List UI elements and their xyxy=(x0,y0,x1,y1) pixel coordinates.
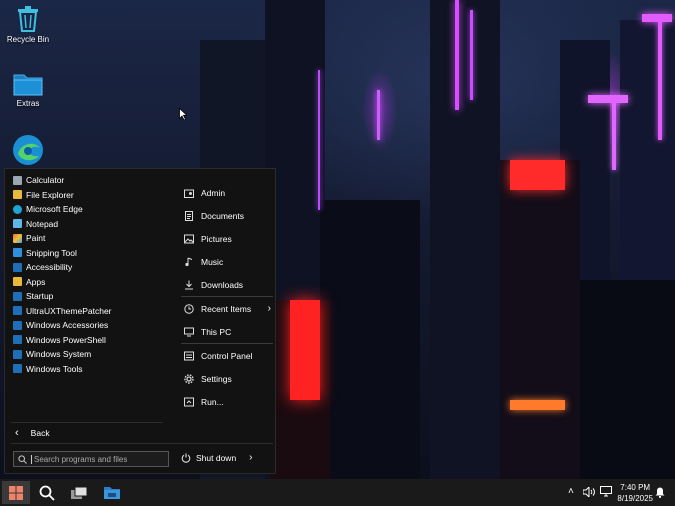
clock-date: 8/19/2025 xyxy=(617,494,653,503)
place-downloads[interactable]: Downloads xyxy=(181,273,273,296)
program-microsoft-edge[interactable]: Microsoft Edge xyxy=(11,202,163,217)
chevron-right-icon: › xyxy=(267,303,271,314)
clock-time: 7:40 PM xyxy=(620,483,651,492)
mouse-cursor-icon xyxy=(179,108,187,121)
pictures-icon xyxy=(184,234,194,243)
place-settings[interactable]: Settings xyxy=(181,367,273,390)
folder-apps[interactable]: Apps xyxy=(11,275,163,290)
volume-icon[interactable] xyxy=(583,487,595,497)
task-view-icon xyxy=(71,486,87,499)
start-menu: Calculator File Explorer Microsoft Edge … xyxy=(4,168,276,474)
start-button[interactable] xyxy=(2,481,30,504)
task-view-button[interactable] xyxy=(65,481,93,504)
clock[interactable]: 7:40 PM 8/19/2025 xyxy=(617,482,653,504)
windows-logo-icon xyxy=(9,485,23,500)
snipping-icon xyxy=(13,248,22,258)
chevron-left-icon: ‹ xyxy=(15,427,19,439)
folder-icon xyxy=(13,190,22,200)
places-list: Admin Documents Pictures Music Downloads… xyxy=(181,181,273,413)
folder-windows-tools[interactable]: Windows Tools xyxy=(11,362,163,377)
folder-icon xyxy=(13,306,22,316)
folder-icon xyxy=(13,262,22,272)
place-this-pc[interactable]: This PC xyxy=(181,320,273,343)
folder-windows-system[interactable]: Windows System xyxy=(11,347,163,362)
place-recent-items[interactable]: Recent Items › xyxy=(181,297,273,320)
recent-icon xyxy=(184,303,194,314)
folder-ultrauxthemepatcher[interactable]: UltraUXThemePatcher xyxy=(11,304,163,319)
folder-icon xyxy=(13,335,22,345)
folder-icon xyxy=(13,277,22,287)
program-notepad[interactable]: Notepad xyxy=(11,217,163,232)
taskbar-search-button[interactable] xyxy=(33,481,61,504)
music-icon xyxy=(185,257,193,266)
program-file-explorer[interactable]: File Explorer xyxy=(11,188,163,203)
program-calculator[interactable]: Calculator xyxy=(11,173,163,188)
recycle-bin-label: Recycle Bin xyxy=(6,35,50,44)
back-label: Back xyxy=(30,428,50,438)
chevron-right-icon[interactable]: › xyxy=(249,452,252,463)
program-snipping-tool[interactable]: Snipping Tool xyxy=(11,246,163,261)
folder-icon xyxy=(13,349,22,359)
search-box[interactable] xyxy=(13,451,169,467)
tray-chevron-up-icon[interactable]: ˄ xyxy=(568,486,574,497)
folder-icon xyxy=(13,291,22,301)
folder-windows-accessories[interactable]: Windows Accessories xyxy=(11,318,163,333)
edge-icon xyxy=(13,204,22,214)
file-explorer-taskbar-button[interactable] xyxy=(98,481,126,504)
paint-icon xyxy=(13,233,22,243)
pc-icon xyxy=(184,327,194,336)
edge-desktop-icon[interactable] xyxy=(0,134,56,169)
extras-label: Extras xyxy=(16,99,40,108)
search-input[interactable] xyxy=(31,454,162,464)
downloads-icon xyxy=(185,280,193,289)
recycle-bin-icon xyxy=(0,6,56,32)
place-admin[interactable]: Admin xyxy=(181,181,273,204)
control-panel-icon xyxy=(184,351,194,360)
edge-icon xyxy=(0,134,56,166)
taskbar: ˄ 7:40 PM 8/19/2025 xyxy=(0,479,675,506)
run-icon xyxy=(184,397,194,406)
search-icon xyxy=(18,454,27,464)
folder-icon xyxy=(0,72,56,96)
calculator-icon xyxy=(13,175,22,185)
divider xyxy=(11,443,273,444)
program-paint[interactable]: Paint xyxy=(11,231,163,246)
user-folder-icon xyxy=(184,189,194,198)
place-run[interactable]: Run... xyxy=(181,390,273,413)
shutdown-label: Shut down xyxy=(196,452,237,463)
place-documents[interactable]: Documents xyxy=(181,204,273,227)
divider xyxy=(11,422,163,423)
shutdown-button[interactable]: Shut down › xyxy=(181,452,253,463)
folder-accessibility[interactable]: Accessibility xyxy=(11,260,163,275)
documents-icon xyxy=(185,210,193,221)
back-button[interactable]: ‹ Back xyxy=(15,427,50,439)
folder-windows-powershell[interactable]: Windows PowerShell xyxy=(11,333,163,348)
place-music[interactable]: Music xyxy=(181,250,273,273)
notification-bell-icon[interactable] xyxy=(655,487,665,498)
place-pictures[interactable]: Pictures xyxy=(181,227,273,250)
recycle-bin-desktop-icon[interactable]: Recycle Bin xyxy=(0,6,56,44)
folder-icon xyxy=(13,320,22,330)
program-list: Calculator File Explorer Microsoft Edge … xyxy=(11,173,163,376)
power-icon xyxy=(181,453,191,463)
network-icon[interactable] xyxy=(600,486,612,497)
notepad-icon xyxy=(13,219,22,229)
folder-startup[interactable]: Startup xyxy=(11,289,163,304)
extras-desktop-icon[interactable]: Extras xyxy=(0,72,56,108)
file-explorer-icon xyxy=(104,487,120,499)
settings-icon xyxy=(184,373,194,384)
folder-icon xyxy=(13,364,22,374)
place-control-panel[interactable]: Control Panel xyxy=(181,344,273,367)
search-icon xyxy=(39,485,55,501)
